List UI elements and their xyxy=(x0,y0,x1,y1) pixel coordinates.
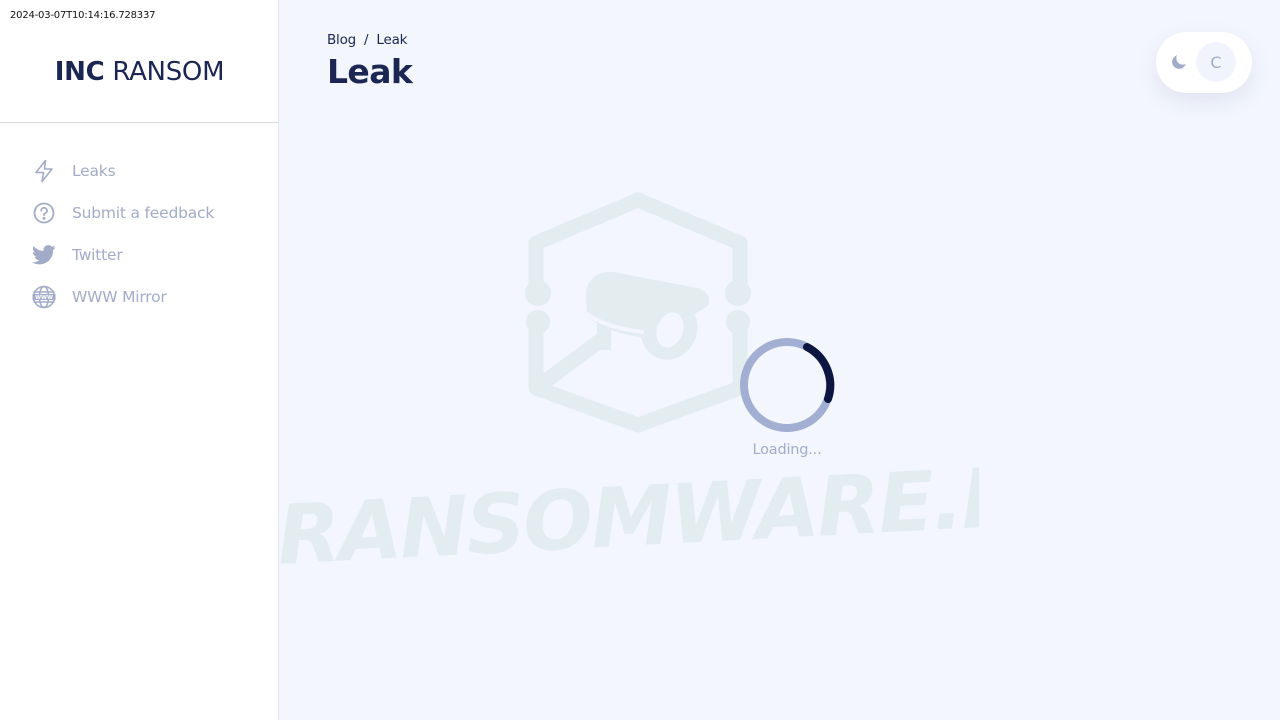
sidebar-item-label: Twitter xyxy=(72,246,123,264)
loading-spinner xyxy=(740,338,835,432)
breadcrumb: Blog / Leak xyxy=(327,32,407,48)
svg-text:WWW: WWW xyxy=(35,295,53,301)
sidebar-item-www-mirror[interactable]: WWW WWW Mirror xyxy=(0,276,279,318)
breadcrumb-current: Leak xyxy=(376,32,408,48)
breadcrumb-separator: / xyxy=(364,32,369,48)
theme-toggle[interactable]: C xyxy=(1156,32,1252,93)
sidebar-item-label: Leaks xyxy=(72,162,116,180)
timestamp: 2024-03-07T10:14:16.728337 xyxy=(10,10,156,21)
brand-regular: RANSOM xyxy=(104,57,225,87)
lightning-icon xyxy=(32,159,56,183)
sidebar-item-label: WWW Mirror xyxy=(72,288,167,306)
ransomware-live-watermark: RANSOMWARE.LIVE xyxy=(279,192,979,580)
sidebar-item-leaks[interactable]: Leaks xyxy=(0,150,279,192)
theme-toggle-knob[interactable]: C xyxy=(1196,42,1236,82)
breadcrumb-link-blog[interactable]: Blog xyxy=(327,32,356,48)
sidebar: 2024-03-07T10:14:16.728337 INC RANSOM Le… xyxy=(0,0,279,720)
sidebar-item-twitter[interactable]: Twitter xyxy=(0,234,279,276)
loading-text: Loading... xyxy=(752,442,822,458)
page-title: Leak xyxy=(327,52,413,91)
brand-divider xyxy=(0,122,279,123)
sidebar-nav: Leaks Submit a feedback Twitter WWW WWW … xyxy=(0,150,279,318)
main-content: Blog / Leak Leak C RANSOMWARE.LIVE Loadi… xyxy=(279,0,1280,720)
question-circle-icon xyxy=(32,201,56,225)
www-globe-icon: WWW xyxy=(32,285,56,309)
sidebar-item-submit-feedback[interactable]: Submit a feedback xyxy=(0,192,279,234)
sidebar-item-label: Submit a feedback xyxy=(72,204,215,222)
brand-bold: INC xyxy=(54,57,105,87)
svg-text:RANSOMWARE.LIVE: RANSOMWARE.LIVE xyxy=(279,443,979,580)
twitter-bird-icon xyxy=(32,243,56,267)
moon-icon xyxy=(1172,55,1186,69)
brand-logo[interactable]: INC RANSOM xyxy=(0,57,279,87)
